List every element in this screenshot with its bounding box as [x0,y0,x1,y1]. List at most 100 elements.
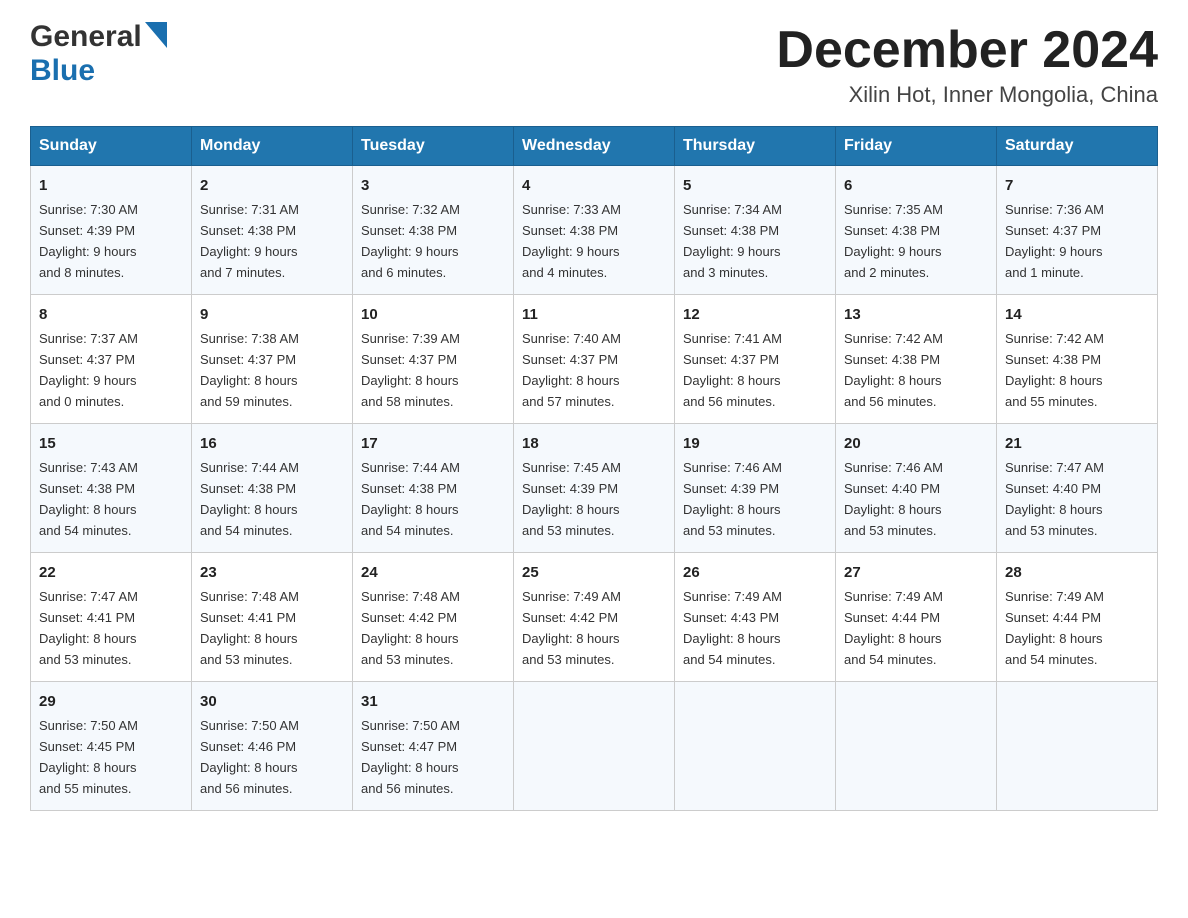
day-info: Sunrise: 7:50 AM Sunset: 4:47 PM Dayligh… [361,718,460,796]
calendar-day-cell: 9 Sunrise: 7:38 AM Sunset: 4:37 PM Dayli… [192,294,353,423]
day-info: Sunrise: 7:50 AM Sunset: 4:45 PM Dayligh… [39,718,138,796]
weekday-header-thursday: Thursday [675,127,836,166]
calendar-day-cell: 10 Sunrise: 7:39 AM Sunset: 4:37 PM Dayl… [353,294,514,423]
weekday-header-friday: Friday [836,127,997,166]
logo-blue-text: Blue [30,54,95,87]
calendar-day-cell [675,681,836,810]
calendar-day-cell [514,681,675,810]
calendar-day-cell: 31 Sunrise: 7:50 AM Sunset: 4:47 PM Dayl… [353,681,514,810]
day-number: 24 [361,561,505,584]
calendar-day-cell: 29 Sunrise: 7:50 AM Sunset: 4:45 PM Dayl… [31,681,192,810]
day-number: 16 [200,432,344,455]
day-number: 2 [200,174,344,197]
day-number: 22 [39,561,183,584]
day-number: 3 [361,174,505,197]
calendar-day-cell: 21 Sunrise: 7:47 AM Sunset: 4:40 PM Dayl… [997,423,1158,552]
day-info: Sunrise: 7:32 AM Sunset: 4:38 PM Dayligh… [361,202,460,280]
day-number: 1 [39,174,183,197]
calendar-day-cell: 17 Sunrise: 7:44 AM Sunset: 4:38 PM Dayl… [353,423,514,552]
day-number: 11 [522,303,666,326]
day-info: Sunrise: 7:42 AM Sunset: 4:38 PM Dayligh… [844,331,943,409]
calendar-table: SundayMondayTuesdayWednesdayThursdayFrid… [30,126,1158,811]
day-info: Sunrise: 7:43 AM Sunset: 4:38 PM Dayligh… [39,460,138,538]
day-number: 30 [200,690,344,713]
day-info: Sunrise: 7:34 AM Sunset: 4:38 PM Dayligh… [683,202,782,280]
calendar-day-cell: 25 Sunrise: 7:49 AM Sunset: 4:42 PM Dayl… [514,552,675,681]
day-info: Sunrise: 7:36 AM Sunset: 4:37 PM Dayligh… [1005,202,1104,280]
calendar-day-cell: 14 Sunrise: 7:42 AM Sunset: 4:38 PM Dayl… [997,294,1158,423]
page-header: General Blue December 2024 Xilin Hot, In… [30,20,1158,108]
calendar-day-cell: 26 Sunrise: 7:49 AM Sunset: 4:43 PM Dayl… [675,552,836,681]
logo: General Blue [30,20,167,88]
day-info: Sunrise: 7:31 AM Sunset: 4:38 PM Dayligh… [200,202,299,280]
calendar-day-cell: 28 Sunrise: 7:49 AM Sunset: 4:44 PM Dayl… [997,552,1158,681]
weekday-header-wednesday: Wednesday [514,127,675,166]
day-number: 13 [844,303,988,326]
calendar-day-cell: 30 Sunrise: 7:50 AM Sunset: 4:46 PM Dayl… [192,681,353,810]
day-info: Sunrise: 7:47 AM Sunset: 4:41 PM Dayligh… [39,589,138,667]
calendar-week-row: 15 Sunrise: 7:43 AM Sunset: 4:38 PM Dayl… [31,423,1158,552]
day-number: 20 [844,432,988,455]
calendar-day-cell: 2 Sunrise: 7:31 AM Sunset: 4:38 PM Dayli… [192,166,353,295]
day-info: Sunrise: 7:47 AM Sunset: 4:40 PM Dayligh… [1005,460,1104,538]
day-info: Sunrise: 7:45 AM Sunset: 4:39 PM Dayligh… [522,460,621,538]
day-number: 28 [1005,561,1149,584]
day-info: Sunrise: 7:46 AM Sunset: 4:40 PM Dayligh… [844,460,943,538]
logo-triangle-icon [145,22,167,53]
day-number: 8 [39,303,183,326]
calendar-day-cell: 23 Sunrise: 7:48 AM Sunset: 4:41 PM Dayl… [192,552,353,681]
calendar-day-cell: 3 Sunrise: 7:32 AM Sunset: 4:38 PM Dayli… [353,166,514,295]
day-number: 29 [39,690,183,713]
calendar-day-cell: 12 Sunrise: 7:41 AM Sunset: 4:37 PM Dayl… [675,294,836,423]
weekday-header-sunday: Sunday [31,127,192,166]
calendar-day-cell: 4 Sunrise: 7:33 AM Sunset: 4:38 PM Dayli… [514,166,675,295]
calendar-day-cell: 8 Sunrise: 7:37 AM Sunset: 4:37 PM Dayli… [31,294,192,423]
calendar-day-cell [997,681,1158,810]
page-subtitle: Xilin Hot, Inner Mongolia, China [776,82,1158,108]
weekday-header-tuesday: Tuesday [353,127,514,166]
day-number: 6 [844,174,988,197]
day-info: Sunrise: 7:49 AM Sunset: 4:42 PM Dayligh… [522,589,621,667]
day-number: 27 [844,561,988,584]
calendar-day-cell: 1 Sunrise: 7:30 AM Sunset: 4:39 PM Dayli… [31,166,192,295]
day-info: Sunrise: 7:44 AM Sunset: 4:38 PM Dayligh… [200,460,299,538]
day-info: Sunrise: 7:33 AM Sunset: 4:38 PM Dayligh… [522,202,621,280]
page-title: December 2024 [776,20,1158,80]
day-number: 9 [200,303,344,326]
day-info: Sunrise: 7:41 AM Sunset: 4:37 PM Dayligh… [683,331,782,409]
weekday-header-monday: Monday [192,127,353,166]
day-number: 25 [522,561,666,584]
calendar-day-cell: 22 Sunrise: 7:47 AM Sunset: 4:41 PM Dayl… [31,552,192,681]
day-info: Sunrise: 7:37 AM Sunset: 4:37 PM Dayligh… [39,331,138,409]
day-info: Sunrise: 7:42 AM Sunset: 4:38 PM Dayligh… [1005,331,1104,409]
day-info: Sunrise: 7:50 AM Sunset: 4:46 PM Dayligh… [200,718,299,796]
day-number: 18 [522,432,666,455]
calendar-day-cell: 6 Sunrise: 7:35 AM Sunset: 4:38 PM Dayli… [836,166,997,295]
weekday-header-saturday: Saturday [997,127,1158,166]
calendar-day-cell: 11 Sunrise: 7:40 AM Sunset: 4:37 PM Dayl… [514,294,675,423]
day-info: Sunrise: 7:46 AM Sunset: 4:39 PM Dayligh… [683,460,782,538]
day-info: Sunrise: 7:49 AM Sunset: 4:44 PM Dayligh… [844,589,943,667]
logo-general-text: General [30,20,142,54]
day-info: Sunrise: 7:48 AM Sunset: 4:42 PM Dayligh… [361,589,460,667]
weekday-header-row: SundayMondayTuesdayWednesdayThursdayFrid… [31,127,1158,166]
calendar-day-cell: 19 Sunrise: 7:46 AM Sunset: 4:39 PM Dayl… [675,423,836,552]
day-info: Sunrise: 7:49 AM Sunset: 4:43 PM Dayligh… [683,589,782,667]
day-number: 19 [683,432,827,455]
day-number: 7 [1005,174,1149,197]
calendar-day-cell: 16 Sunrise: 7:44 AM Sunset: 4:38 PM Dayl… [192,423,353,552]
calendar-day-cell [836,681,997,810]
day-info: Sunrise: 7:40 AM Sunset: 4:37 PM Dayligh… [522,331,621,409]
calendar-week-row: 22 Sunrise: 7:47 AM Sunset: 4:41 PM Dayl… [31,552,1158,681]
day-number: 4 [522,174,666,197]
day-number: 15 [39,432,183,455]
day-number: 26 [683,561,827,584]
day-info: Sunrise: 7:44 AM Sunset: 4:38 PM Dayligh… [361,460,460,538]
calendar-day-cell: 18 Sunrise: 7:45 AM Sunset: 4:39 PM Dayl… [514,423,675,552]
day-number: 17 [361,432,505,455]
day-info: Sunrise: 7:39 AM Sunset: 4:37 PM Dayligh… [361,331,460,409]
calendar-day-cell: 20 Sunrise: 7:46 AM Sunset: 4:40 PM Dayl… [836,423,997,552]
day-number: 23 [200,561,344,584]
day-info: Sunrise: 7:35 AM Sunset: 4:38 PM Dayligh… [844,202,943,280]
title-block: December 2024 Xilin Hot, Inner Mongolia,… [776,20,1158,108]
